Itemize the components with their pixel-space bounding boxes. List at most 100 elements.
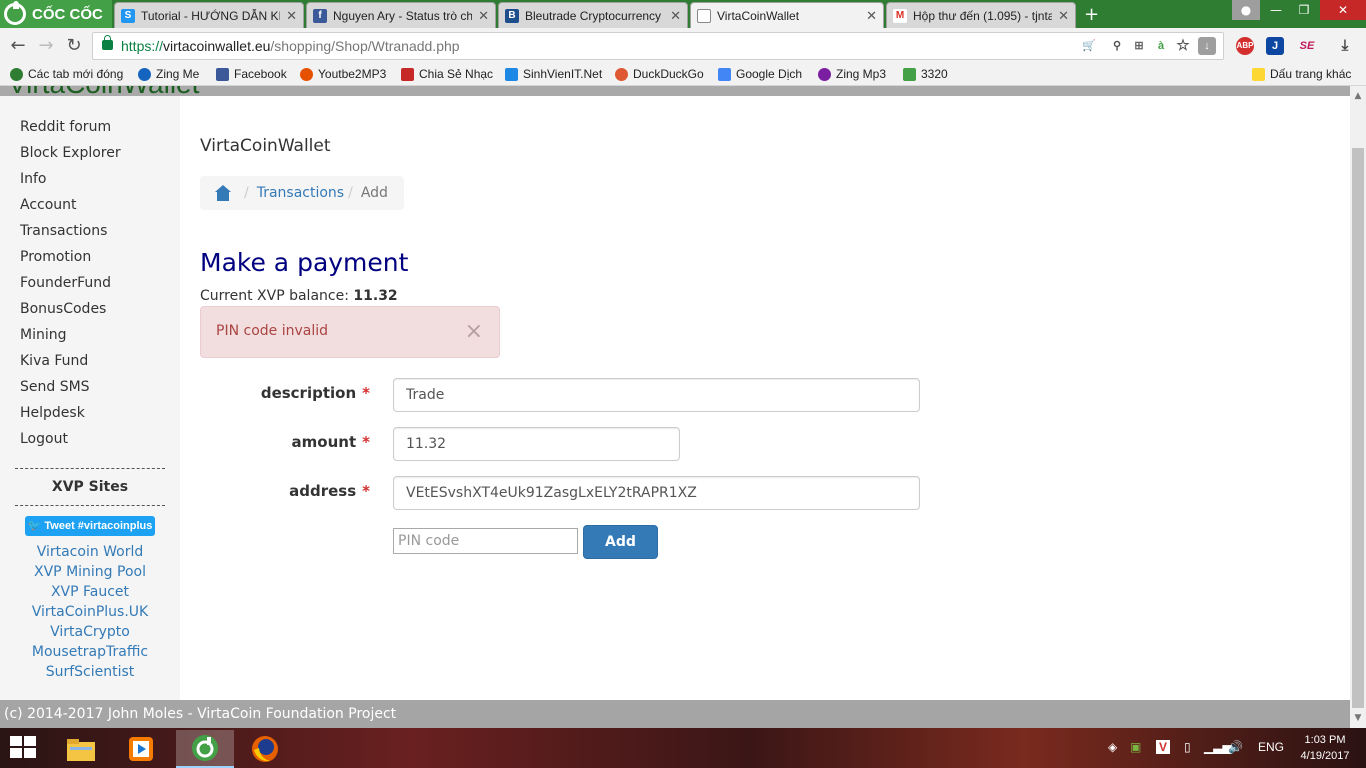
required-mark: * bbox=[362, 482, 370, 500]
sinhvienit-icon bbox=[505, 67, 518, 81]
breadcrumb-transactions-link[interactable]: Transactions bbox=[257, 185, 344, 201]
firefox-icon[interactable] bbox=[236, 730, 294, 768]
sidebar-item-promotion[interactable]: Promotion bbox=[0, 244, 180, 270]
restore-icon[interactable]: ❐ bbox=[1290, 0, 1318, 20]
tweet-button[interactable]: 🐦 Tweet #virtacoinplus bbox=[25, 516, 155, 536]
translate-icon[interactable]: ⊞ bbox=[1130, 37, 1148, 55]
scroll-up-icon[interactable]: ▲ bbox=[1350, 88, 1366, 104]
bookmark-chia-se-nhac[interactable]: Chia Sẻ Nhạc bbox=[401, 67, 493, 81]
description-input[interactable] bbox=[393, 378, 920, 412]
bookmark-facebook[interactable]: Facebook bbox=[216, 67, 287, 81]
tab-facebook[interactable]: f Nguyen Ary - Status trò ch ✕ bbox=[306, 2, 496, 28]
extension-j-icon[interactable]: J bbox=[1266, 37, 1284, 55]
bookmark-zing-mp3[interactable]: Zing Mp3 bbox=[818, 67, 886, 81]
sidebar-item-transactions[interactable]: Transactions bbox=[0, 218, 180, 244]
site-link-mousetraptraffic[interactable]: MousetrapTraffic bbox=[0, 642, 180, 662]
address-bar[interactable]: https://virtacoinwallet.eu/shopping/Shop… bbox=[92, 32, 1224, 60]
sidebar-nav: Reddit forum Block Explorer Info Account… bbox=[0, 96, 180, 452]
required-mark: * bbox=[362, 384, 370, 402]
coccoc-browser-icon[interactable] bbox=[176, 730, 234, 768]
clock-time: 1:03 PM bbox=[1304, 734, 1346, 746]
sidebar-item-kiva-fund[interactable]: Kiva Fund bbox=[0, 348, 180, 374]
site-link-virtacoin-world[interactable]: Virtacoin World bbox=[0, 542, 180, 562]
tab-close-icon[interactable]: ✕ bbox=[670, 8, 681, 24]
profile-icon[interactable]: ● bbox=[1232, 0, 1260, 20]
star-bookmark-icon[interactable]: ☆ bbox=[1174, 37, 1192, 55]
tab-gmail[interactable]: M Hộp thư đến (1.095) - tjnta ✕ bbox=[886, 2, 1076, 28]
sidebar-item-send-sms[interactable]: Send SMS bbox=[0, 374, 180, 400]
adblock-icon[interactable]: ABP bbox=[1236, 37, 1254, 55]
bookmark-youtube2mp3[interactable]: Youtbe2MP3 bbox=[300, 67, 386, 81]
tab-close-icon[interactable]: ✕ bbox=[1058, 8, 1069, 24]
breadcrumb-current: Add bbox=[360, 185, 388, 201]
nvidia-tray-icon[interactable]: ▣ bbox=[1130, 740, 1141, 754]
volume-icon[interactable]: 🔊 bbox=[1228, 740, 1243, 754]
sidebar-item-helpdesk[interactable]: Helpdesk bbox=[0, 400, 180, 426]
divider bbox=[15, 505, 165, 506]
network-tray-icon[interactable]: ◈ bbox=[1108, 740, 1117, 754]
bookmark-recent-tabs[interactable]: Các tab mới đóng bbox=[10, 67, 123, 81]
window-close-icon[interactable]: ✕ bbox=[1320, 0, 1366, 20]
scroll-down-icon[interactable]: ▼ bbox=[1350, 710, 1366, 726]
alert-close-icon[interactable]: × bbox=[465, 321, 483, 343]
scrollbar-thumb[interactable] bbox=[1352, 148, 1364, 708]
system-clock[interactable]: 1:03 PM 4/19/2017 bbox=[1290, 732, 1360, 764]
site-link-surfscientist[interactable]: SurfScientist bbox=[0, 662, 180, 682]
zing-mp3-icon bbox=[818, 67, 831, 81]
reload-icon[interactable]: ↻ bbox=[64, 36, 84, 56]
facebook-favicon-icon: f bbox=[313, 8, 327, 23]
sidebar-item-founderfund[interactable]: FounderFund bbox=[0, 270, 180, 296]
bookmark-google-dich[interactable]: Google Dịch bbox=[718, 67, 802, 81]
bookmark-zing-me[interactable]: Zing Me bbox=[138, 67, 199, 81]
address-input[interactable] bbox=[393, 476, 920, 510]
bookmark-other-folder[interactable]: Dấu trang khác bbox=[1252, 67, 1351, 81]
bookmark-duckduckgo[interactable]: DuckDuckGo bbox=[615, 67, 704, 81]
extension-se-icon[interactable]: SE bbox=[1298, 37, 1316, 55]
forward-icon[interactable]: → bbox=[36, 36, 56, 56]
site-link-xvp-mining-pool[interactable]: XVP Mining Pool bbox=[0, 562, 180, 582]
web-page: VirtaCoinWallet Reddit forum Block Explo… bbox=[0, 86, 1350, 728]
browser-brand-button[interactable]: CỐC CỐC bbox=[0, 0, 112, 28]
vivaldi-tray-icon[interactable]: V bbox=[1156, 740, 1171, 754]
amount-input[interactable] bbox=[393, 427, 680, 461]
sidebar-item-logout[interactable]: Logout bbox=[0, 426, 180, 452]
coccoc-download-icon[interactable]: ⤓ bbox=[1336, 37, 1354, 55]
windows-start-icon[interactable] bbox=[10, 736, 38, 760]
language-indicator[interactable]: ENG bbox=[1258, 740, 1284, 754]
site-link-xvp-faucet[interactable]: XVP Faucet bbox=[0, 582, 180, 602]
tab-virtacoinwallet[interactable]: VirtaCoinWallet ✕ bbox=[690, 2, 884, 29]
coccoc-logo-icon bbox=[4, 1, 26, 25]
download-icon[interactable]: ↓ bbox=[1198, 37, 1216, 55]
cart-icon[interactable]: 🛒 bbox=[1080, 37, 1098, 55]
media-player-icon[interactable] bbox=[112, 730, 170, 768]
sidebar-item-mining[interactable]: Mining bbox=[0, 322, 180, 348]
home-icon[interactable] bbox=[214, 185, 232, 201]
add-button[interactable]: Add bbox=[583, 525, 658, 559]
pin-code-input[interactable] bbox=[393, 528, 578, 554]
coccoc-music-icon[interactable]: à bbox=[1152, 37, 1170, 55]
bookmark-3320[interactable]: 3320 bbox=[903, 67, 948, 81]
tab-bleutrade[interactable]: B Bleutrade Cryptocurrency E ✕ bbox=[498, 2, 688, 28]
page-scrollbar[interactable]: ▲ ▼ bbox=[1350, 86, 1366, 728]
sidebar: Reddit forum Block Explorer Info Account… bbox=[0, 96, 180, 700]
sidebar-item-block-explorer[interactable]: Block Explorer bbox=[0, 140, 180, 166]
tab-close-icon[interactable]: ✕ bbox=[478, 8, 489, 24]
tab-close-icon[interactable]: ✕ bbox=[286, 8, 297, 24]
sidebar-item-bonuscodes[interactable]: BonusCodes bbox=[0, 296, 180, 322]
file-explorer-icon[interactable] bbox=[52, 730, 110, 768]
sidebar-item-reddit-forum[interactable]: Reddit forum bbox=[0, 114, 180, 140]
site-link-virtacrypto[interactable]: VirtaCrypto bbox=[0, 622, 180, 642]
pin-tool-icon[interactable]: ⚲ bbox=[1108, 37, 1126, 55]
sidebar-item-info[interactable]: Info bbox=[0, 166, 180, 192]
minimize-icon[interactable]: — bbox=[1262, 0, 1290, 20]
back-icon[interactable]: ← bbox=[8, 36, 28, 56]
site-link-virtacoinplus-uk[interactable]: VirtaCoinPlus.UK bbox=[0, 602, 180, 622]
bookmark-sinhvienit[interactable]: SinhVienIT.Net bbox=[505, 67, 602, 81]
lock-icon bbox=[102, 35, 113, 50]
sidebar-item-account[interactable]: Account bbox=[0, 192, 180, 218]
tab-tutorial[interactable]: S Tutorial - HƯỚNG DẪN KI ✕ bbox=[114, 2, 304, 28]
new-tab-icon[interactable]: + bbox=[1084, 4, 1099, 25]
balance-label: Current XVP balance: bbox=[200, 288, 349, 304]
battery-icon[interactable]: ▯ bbox=[1184, 740, 1191, 754]
tab-close-icon[interactable]: ✕ bbox=[866, 8, 877, 24]
